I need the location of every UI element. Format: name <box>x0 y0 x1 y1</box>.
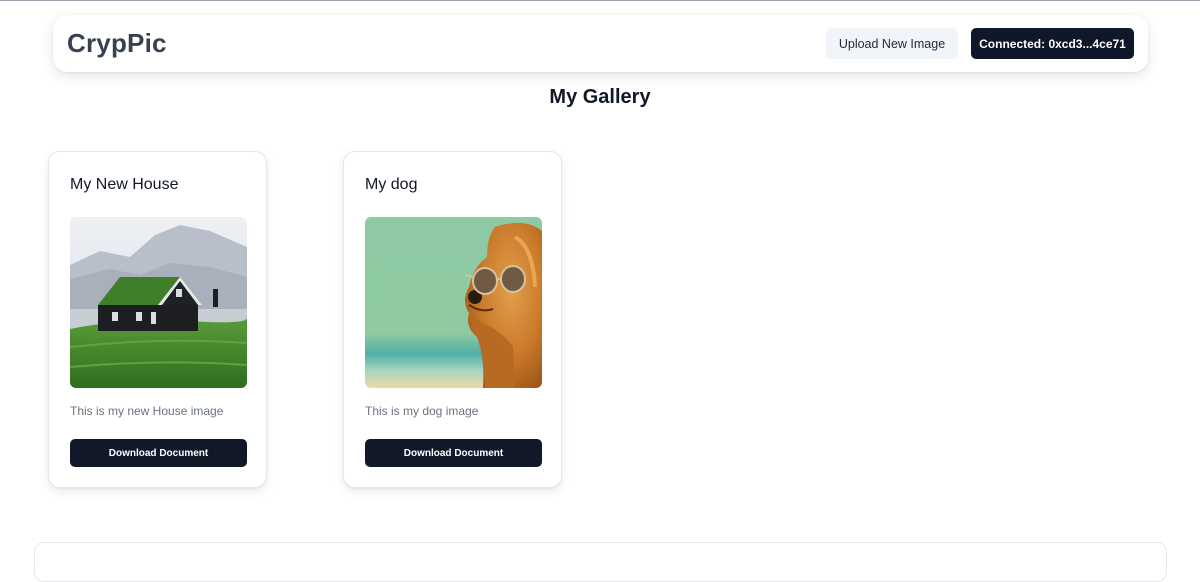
card-title: My dog <box>365 176 418 193</box>
wallet-connected-button[interactable]: Connected: 0xcd3...4ce71 <box>971 28 1134 59</box>
top-divider <box>0 0 1200 1</box>
navbar: CrypPic Upload New Image Connected: 0xcd… <box>53 15 1148 72</box>
download-document-button[interactable]: Download Document <box>365 439 542 467</box>
footer-panel <box>34 542 1167 582</box>
gallery-card: My dog This is my dog image Download Doc… <box>343 151 562 488</box>
upload-new-image-button[interactable]: Upload New Image <box>826 28 958 59</box>
house-image <box>70 217 247 388</box>
download-document-button[interactable]: Download Document <box>70 439 247 467</box>
page-title: My Gallery <box>549 86 651 108</box>
brand-logo[interactable]: CrypPic <box>67 28 167 59</box>
card-description: This is my dog image <box>365 404 479 418</box>
card-description: This is my new House image <box>70 404 224 418</box>
gallery-card: My New House This is my new House image … <box>48 151 267 488</box>
card-title: My New House <box>70 176 179 193</box>
dog-image <box>365 217 542 388</box>
